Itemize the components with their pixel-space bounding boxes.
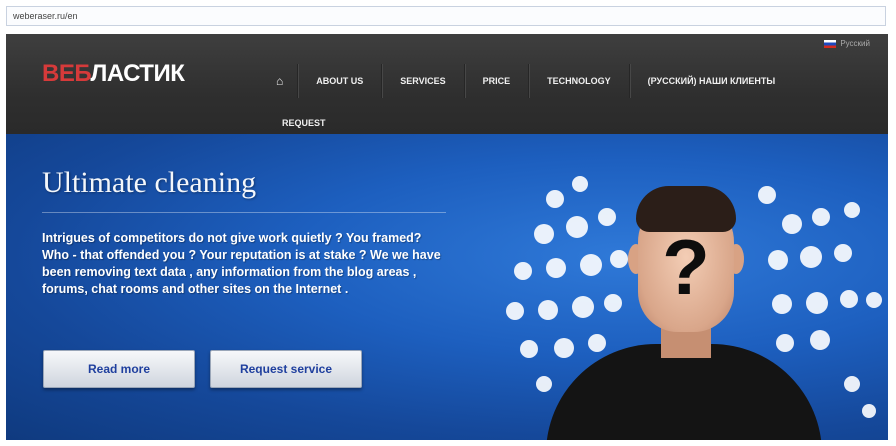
social-icon-bubble [536,376,552,392]
main-navigation: ⌂ ABOUT US SERVICES PRICE TECHNOLOGY (РУ… [262,64,793,98]
language-switcher[interactable]: Русский [824,39,870,48]
social-icon-bubble [866,292,882,308]
social-icon-bubble [772,294,792,314]
social-icon-bubble [506,302,524,320]
anonymous-person-illustration: ? [476,154,888,440]
nav-item-price[interactable]: PRICE [465,64,530,98]
social-icon-bubble [566,216,588,238]
social-icon-bubble [534,224,554,244]
social-icon-bubble [800,246,822,268]
social-icon-bubble [810,330,830,350]
social-icon-bubble [598,208,616,226]
read-more-button[interactable]: Read more [43,350,195,388]
hero-banner: Ultimate cleaning Intrigues of competito… [6,134,888,440]
social-icon-bubble [812,208,830,226]
nav-home-icon[interactable]: ⌂ [262,64,299,98]
hero-description: Intrigues of competitors do not give wor… [42,231,441,296]
social-icon-bubble [554,338,574,358]
social-icon-bubble [862,404,876,418]
social-icon-bubble [806,292,828,314]
social-icon-bubble [758,186,776,204]
shirt [546,344,822,440]
social-icon-bubble [514,262,532,280]
social-icon-bubble [538,300,558,320]
social-icon-bubble [588,334,606,352]
hero-title: Ultimate cleaning [42,166,257,199]
nav-item-services[interactable]: SERVICES [382,64,465,98]
title-divider [42,212,446,213]
social-icon-bubble [844,376,860,392]
social-icon-bubble [520,340,538,358]
russian-flag-icon [824,39,837,48]
site-header: Русский ВЕБЛАСТИК ⌂ ABOUT US SERVICES PR… [6,34,888,134]
social-icon-bubble [580,254,602,276]
social-icon-bubble [546,258,566,278]
social-icon-bubble [604,294,622,312]
social-icon-bubble [840,290,858,308]
social-icon-bubble [572,176,588,192]
logo-part-2: ЛАСТИК [90,60,185,87]
nav-item-technology[interactable]: TECHNOLOGY [529,64,630,98]
question-mark-icon: ? [662,223,710,311]
nav-item-about-us[interactable]: ABOUT US [298,64,383,98]
site-logo[interactable]: ВЕБЛАСТИК [42,60,185,88]
social-icon-bubble [572,296,594,318]
logo-part-1: ВЕБ [42,60,91,87]
address-bar[interactable]: weberaser.ru/en [6,6,886,26]
request-service-button[interactable]: Request service [210,350,362,388]
social-icon-bubble [776,334,794,352]
nav-item-clients[interactable]: (РУССКИЙ) НАШИ КЛИЕНТЫ [630,64,794,98]
language-label[interactable]: Русский [840,39,870,48]
social-icon-bubble [546,190,564,208]
social-icon-bubble [782,214,802,234]
social-icon-bubble [834,244,852,262]
social-icon-bubble [610,250,628,268]
social-icon-bubble [844,202,860,218]
social-icon-bubble [768,250,788,270]
